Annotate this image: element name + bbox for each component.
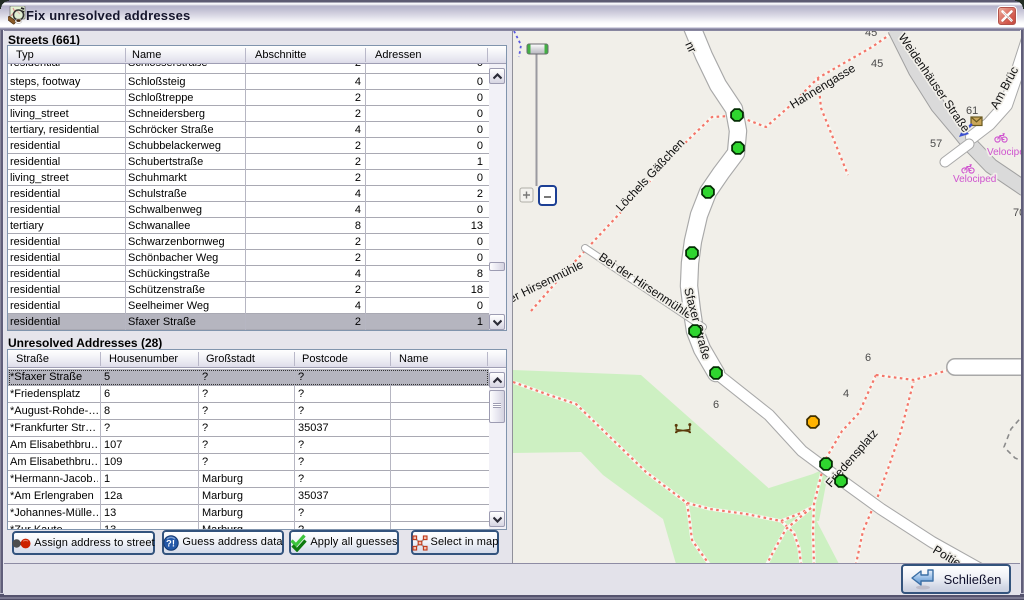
svg-text:61: 61 [966, 105, 978, 117]
svg-text:Velociped: Velociped [953, 174, 996, 185]
svg-text:70: 70 [1013, 207, 1021, 219]
svg-text:45: 45 [865, 31, 877, 39]
svg-text:45: 45 [871, 58, 883, 70]
svg-text:6: 6 [713, 399, 719, 411]
svg-text:57: 57 [930, 138, 942, 150]
svg-text:6: 6 [865, 352, 871, 364]
svg-text:Velociped: Velociped [987, 147, 1021, 158]
svg-text:?!: ?! [166, 538, 175, 549]
svg-text:4: 4 [843, 388, 849, 400]
